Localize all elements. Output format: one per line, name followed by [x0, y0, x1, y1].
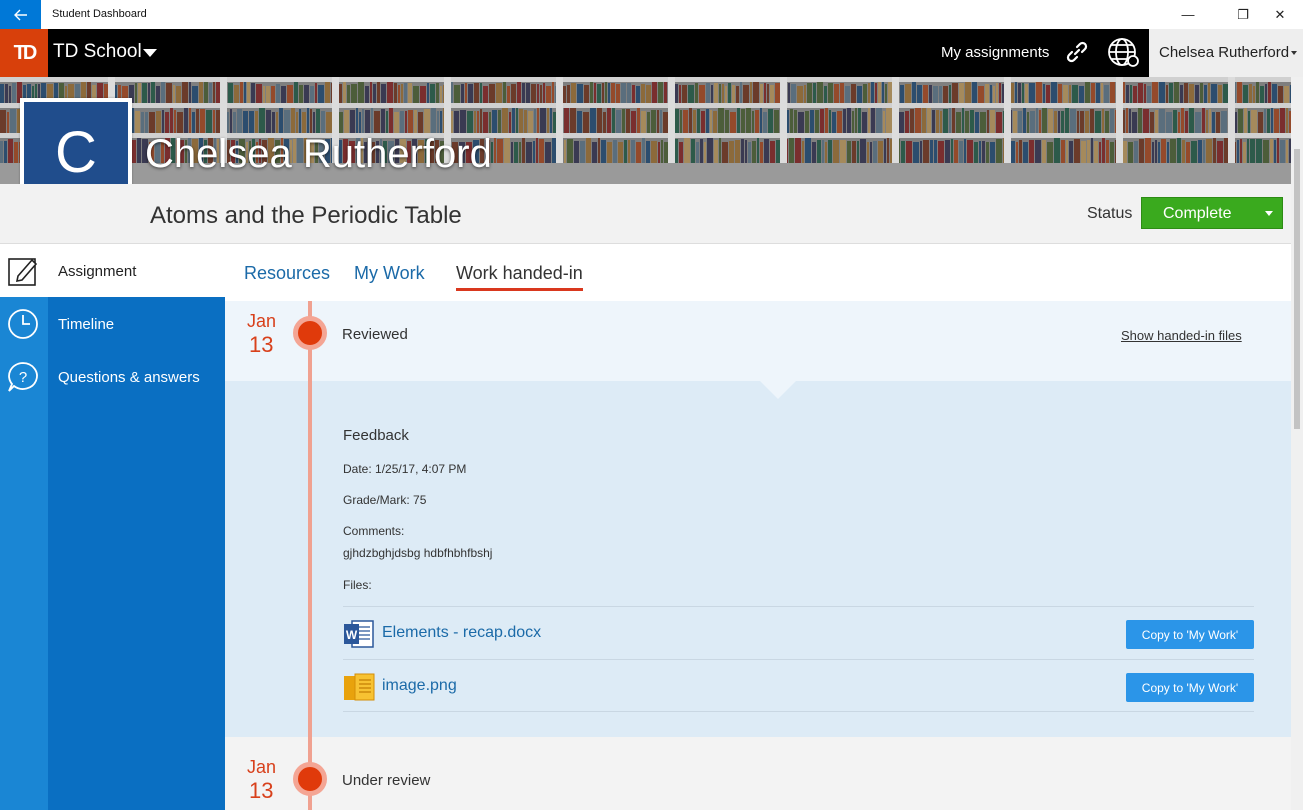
status-value: Complete: [1163, 205, 1232, 222]
assignment-header: Atoms and the Periodic Table Status Comp…: [0, 184, 1291, 244]
file-row: W Elements - recap.docx Copy to 'My Work…: [343, 606, 1254, 659]
word-doc-icon: W: [344, 620, 374, 648]
feedback-comments-value: gjhdzbghjdsbg hdbfhbhfbshj: [343, 546, 493, 560]
globe-icon[interactable]: [1106, 37, 1142, 69]
feedback-date-label: Date:: [343, 462, 372, 476]
image-file-icon: [344, 673, 375, 701]
timeline-event-reviewed: Jan 13 Reviewed Show handed-in files: [225, 301, 1291, 381]
svg-text:?: ?: [19, 369, 27, 386]
my-assignments-link[interactable]: My assignments: [941, 44, 1049, 61]
file-link[interactable]: image.png: [382, 677, 457, 695]
tab-my-work[interactable]: My Work: [354, 263, 425, 284]
window-title: Student Dashboard: [52, 8, 147, 20]
sidebar-item-label: Assignment: [58, 263, 137, 280]
feedback-date-value: 1/25/17, 4:07 PM: [375, 462, 467, 476]
sidebar-item-label: Timeline: [58, 316, 115, 333]
link-icon[interactable]: [1064, 39, 1090, 65]
window-title-bar: Student Dashboard — ❐ ✕: [0, 0, 1303, 29]
arrow-left-icon: [13, 9, 27, 20]
school-selector[interactable]: TD School: [53, 41, 142, 63]
feedback-comments-label: Comments:: [343, 524, 405, 538]
timeline-event-under-review: Jan 13 Under review: [225, 747, 1291, 810]
question-icon: ?: [8, 362, 38, 392]
tab-bar: Resources My Work Work handed-in: [225, 244, 1291, 301]
event-month: Jan: [247, 757, 277, 777]
feedback-title: Feedback: [343, 427, 409, 444]
feedback-date: Date: 1/25/17, 4:07 PM: [343, 462, 466, 476]
copy-to-my-work-button[interactable]: Copy to 'My Work': [1126, 673, 1254, 702]
feedback-grade-label: Grade/Mark:: [343, 493, 410, 507]
timeline-content: Jan 13 Reviewed Show handed-in files Fee…: [225, 301, 1291, 810]
timeline-line: [308, 301, 312, 810]
file-row: image.png Copy to 'My Work': [343, 659, 1254, 712]
event-month: Jan: [247, 311, 277, 331]
school-logo[interactable]: TD: [0, 29, 48, 77]
scrollbar-thumb[interactable]: [1294, 149, 1300, 429]
timeline-dot: [293, 316, 327, 350]
assignment-title: Atoms and the Periodic Table: [150, 202, 462, 229]
event-label: Under review: [342, 772, 431, 789]
timeline-dot: [293, 762, 327, 796]
active-tab-indicator: [456, 288, 583, 291]
sidebar-item-assignment[interactable]: Assignment: [0, 244, 225, 297]
close-button[interactable]: ✕: [1257, 0, 1303, 29]
back-button[interactable]: [0, 0, 41, 29]
tab-resources[interactable]: Resources: [244, 263, 330, 284]
sidebar-item-questions[interactable]: ? Questions & answers: [0, 350, 225, 403]
status-label: Status: [1087, 205, 1133, 222]
sidebar: Assignment Timeline ? Questions & answer…: [0, 244, 225, 810]
minimize-button[interactable]: —: [1165, 0, 1211, 29]
page-scrollbar[interactable]: [1291, 77, 1303, 810]
sidebar-item-timeline[interactable]: Timeline: [0, 297, 225, 350]
top-nav-bar: TD TD School My assignments Chelsea Ruth…: [0, 29, 1303, 77]
file-link[interactable]: Elements - recap.docx: [382, 624, 541, 642]
pencil-icon: [8, 258, 38, 286]
copy-to-my-work-button[interactable]: Copy to 'My Work': [1126, 620, 1254, 649]
feedback-files-label: Files:: [343, 578, 372, 592]
event-day: 13: [249, 778, 274, 803]
profile-name: Chelsea Rutherford: [145, 132, 492, 176]
chevron-down-icon[interactable]: [143, 49, 157, 57]
event-day: 13: [249, 332, 274, 357]
user-menu[interactable]: Chelsea Rutherford: [1149, 29, 1303, 77]
event-label: Reviewed: [342, 326, 408, 343]
feedback-grade: Grade/Mark: 75: [343, 493, 426, 507]
chevron-down-icon: [1265, 211, 1273, 216]
feedback-pointer: [760, 381, 796, 399]
clock-icon: [8, 309, 38, 339]
sidebar-item-label: Questions & answers: [58, 369, 200, 386]
chevron-down-icon: [1291, 51, 1298, 56]
status-dropdown[interactable]: Complete: [1141, 197, 1283, 229]
user-name: Chelsea Rutherford: [1159, 44, 1290, 61]
svg-text:W: W: [346, 628, 358, 642]
tab-work-handed-in[interactable]: Work handed-in: [456, 263, 583, 284]
feedback-grade-value: 75: [413, 493, 427, 507]
show-handed-in-files-link[interactable]: Show handed-in files: [1121, 328, 1242, 343]
